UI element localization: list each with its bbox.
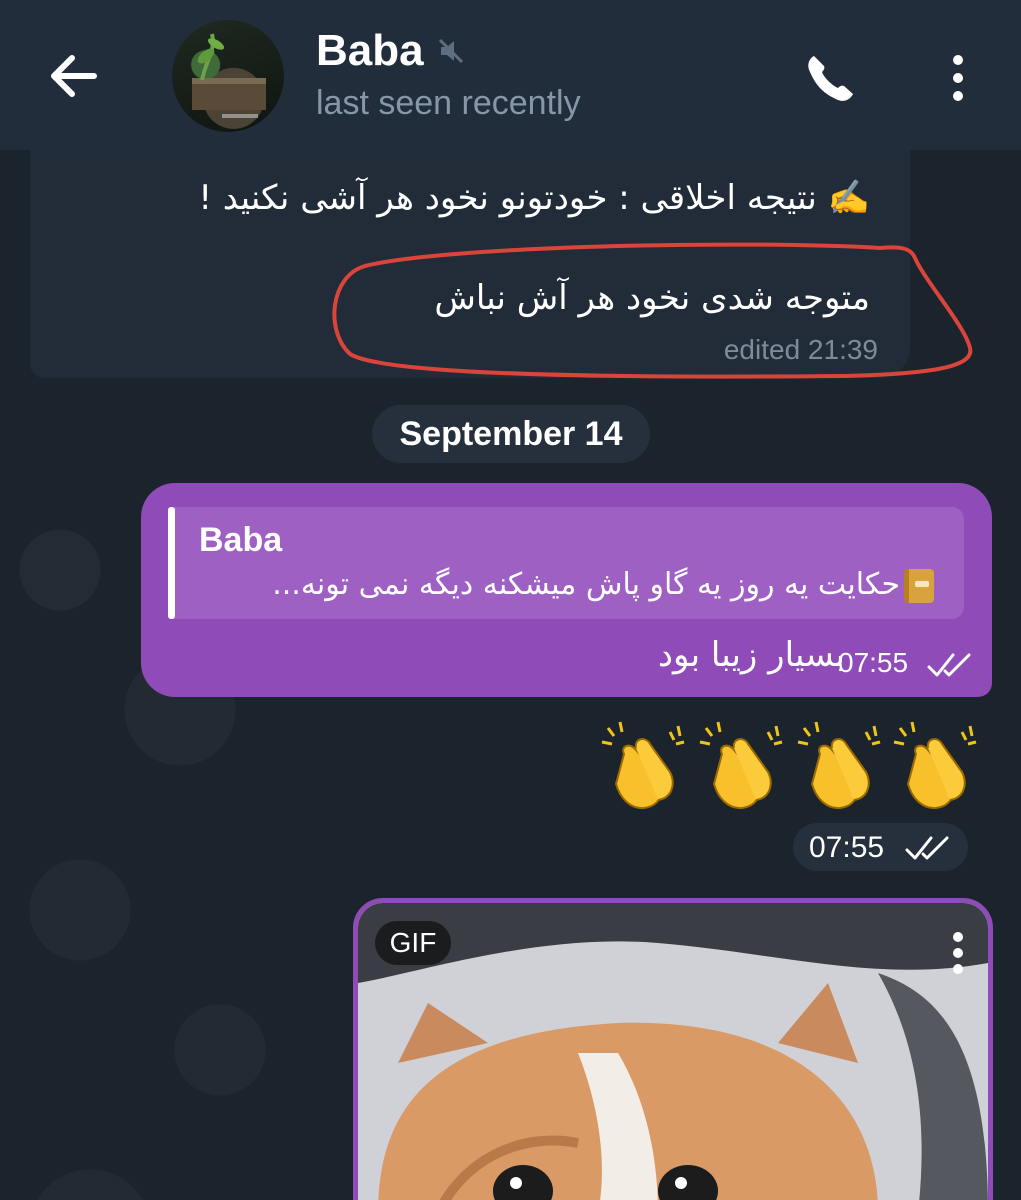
phone-icon <box>808 56 853 101</box>
reply-quote[interactable]: Baba حکایت یه روز یه گاو پاش میشکنه دیگه… <box>168 507 964 619</box>
message-text-line: ✍️ نتیجه اخلاقی : خودتونو نخود هر آشی نک… <box>198 178 870 218</box>
emoji-message[interactable] <box>600 718 980 818</box>
back-button[interactable] <box>44 48 104 104</box>
outgoing-message-bubble[interactable]: Baba حکایت یه روز یه گاو پاش میشکنه دیگه… <box>141 483 992 697</box>
reply-accent-bar <box>168 507 175 619</box>
emoji-message-meta: 07:55 <box>793 823 968 871</box>
arrow-left-icon <box>51 55 97 97</box>
muted-speaker-icon <box>436 36 466 66</box>
avatar-image <box>192 33 266 118</box>
contact-name[interactable]: Baba <box>316 26 424 76</box>
avatar[interactable] <box>172 20 284 132</box>
call-button[interactable] <box>800 48 860 108</box>
message-time: 07:55 <box>809 831 885 864</box>
reply-author: Baba <box>199 521 283 559</box>
last-seen-status: last seen recently <box>316 84 581 122</box>
clapping-hands-icon <box>796 718 884 814</box>
book-icon <box>904 568 934 603</box>
more-vertical-icon <box>953 932 963 974</box>
more-options-button[interactable] <box>936 50 980 106</box>
gif-message[interactable]: GIF <box>353 898 993 1200</box>
more-vertical-icon <box>953 55 963 101</box>
clapping-hands-icon <box>892 718 980 814</box>
message-time: 07:55 <box>838 647 909 678</box>
double-check-icon <box>905 836 949 860</box>
message-text: بسیار زیبا بود <box>657 635 845 675</box>
chat-header: Baba last seen recently <box>0 0 1021 150</box>
gif-options-button[interactable] <box>940 927 976 983</box>
edited-timestamp: edited 21:39 <box>723 334 878 365</box>
clapping-hands-icon <box>698 718 786 814</box>
reply-preview: حکایت یه روز یه گاو پاش میشکنه دیگه نمی … <box>194 567 934 603</box>
gif-badge: GIF <box>375 921 451 965</box>
cat-gif-image <box>358 903 988 1200</box>
incoming-message-bubble[interactable]: ✍️ نتیجه اخلاقی : خودتونو نخود هر آشی نک… <box>30 150 910 378</box>
message-text-line: متوجه شدی نخود هر آش نباش <box>434 278 870 318</box>
double-check-icon <box>927 653 971 677</box>
date-separator: September 14 <box>372 405 650 463</box>
clapping-hands-icon <box>600 718 688 814</box>
